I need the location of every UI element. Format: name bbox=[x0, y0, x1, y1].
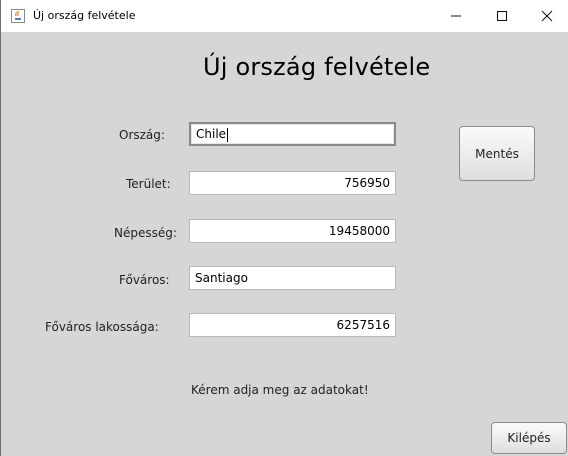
capital-population-label: Főváros lakossága: bbox=[45, 320, 159, 334]
app-window: Új ország felvétele Új ország felvétele … bbox=[0, 0, 568, 456]
capital-field[interactable] bbox=[189, 266, 396, 290]
status-message: Kérem adja meg az adatokat! bbox=[191, 383, 369, 397]
minimize-icon bbox=[451, 15, 461, 17]
form-panel: Új ország felvétele Ország: Terület: Nép… bbox=[1, 32, 568, 456]
country-field[interactable] bbox=[189, 122, 396, 146]
java-app-icon bbox=[11, 9, 25, 23]
page-title: Új ország felvétele bbox=[203, 53, 431, 81]
area-label: Terület: bbox=[126, 177, 171, 191]
capital-population-field[interactable] bbox=[189, 313, 396, 337]
capital-label: Főváros: bbox=[119, 273, 170, 287]
country-label: Ország: bbox=[119, 128, 165, 142]
population-field[interactable] bbox=[189, 219, 396, 243]
area-field[interactable] bbox=[189, 171, 396, 195]
close-icon bbox=[541, 10, 552, 22]
minimize-button[interactable] bbox=[433, 0, 479, 32]
maximize-button[interactable] bbox=[479, 0, 525, 32]
save-button[interactable]: Mentés bbox=[459, 126, 535, 181]
text-caret bbox=[227, 128, 228, 142]
exit-button[interactable]: Kilépés bbox=[491, 422, 567, 454]
maximize-icon bbox=[497, 11, 507, 21]
title-bar[interactable]: Új ország felvétele bbox=[1, 0, 568, 32]
window-title: Új ország felvétele bbox=[33, 9, 136, 22]
close-button[interactable] bbox=[525, 0, 568, 32]
population-label: Népesség: bbox=[114, 226, 177, 240]
